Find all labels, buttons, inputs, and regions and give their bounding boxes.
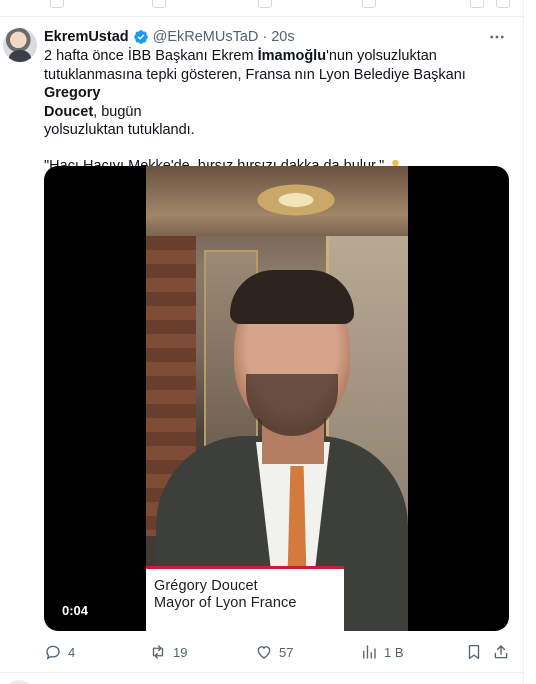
video-timestamp: 0:04 <box>62 603 89 618</box>
tweet-actions: 4 19 57 1 B <box>44 641 516 663</box>
timeline-border <box>523 0 524 684</box>
author-handle[interactable]: @EkReMUsTaD <box>153 29 259 45</box>
previous-retweet-icon <box>152 0 166 8</box>
tweet-text-line-2: tutuklanmasına tepki gösteren, Fransa nı… <box>44 66 466 102</box>
previous-views-icon <box>362 0 376 8</box>
more-icon[interactable] <box>488 28 506 46</box>
tweet-divider-top <box>0 16 524 17</box>
reply-count: 4 <box>68 644 76 660</box>
share-icon <box>494 645 508 659</box>
bookmark-button[interactable] <box>465 641 483 663</box>
avatar[interactable] <box>3 28 37 62</box>
views-icon <box>363 645 376 659</box>
mention-imamoglu: İmamoğlu <box>257 48 327 64</box>
share-button[interactable] <box>492 641 510 663</box>
tweet-text-line-4: yolsuzluktan tutuklandı. <box>44 122 195 138</box>
tweet-divider-bottom <box>0 672 524 673</box>
tweet-timestamp[interactable]: 20s <box>271 29 294 45</box>
mention-doucet: Doucet <box>44 103 94 120</box>
next-tweet-fragment <box>0 677 536 684</box>
retweet-button[interactable]: 19 <box>149 641 187 663</box>
author-name[interactable]: EkremUstad <box>44 29 129 45</box>
like-button[interactable]: 57 <box>255 641 293 663</box>
caption-title: Mayor of Lyon France <box>154 595 297 611</box>
tweet-text: 2 hafta önce İBB Başkanı Ekrem İmamoğlu'… <box>44 47 514 175</box>
reply-icon <box>46 645 60 660</box>
previous-bookmark-icon <box>470 0 484 8</box>
previous-tweet-actions-fragment <box>0 0 536 16</box>
reply-button[interactable]: 4 <box>44 641 75 663</box>
previous-share-icon <box>496 0 510 8</box>
retweet-count: 19 <box>173 644 188 660</box>
retweet-icon <box>152 645 164 659</box>
previous-reply-icon <box>50 0 64 8</box>
separator-dot: · <box>262 29 268 45</box>
caption-name: Grégory Doucet <box>154 578 258 594</box>
like-icon <box>257 646 271 659</box>
video-frame <box>146 166 408 631</box>
like-count: 57 <box>279 644 294 660</box>
tweet-header: EkremUstad @EkReMUsTaD · 20s <box>44 28 295 46</box>
mention-gregory: Gregory <box>44 85 101 101</box>
verified-badge-icon[interactable] <box>133 29 149 45</box>
tweet-text-line-3: Doucet, bugün <box>44 103 142 120</box>
video-player[interactable]: Grégory Doucet Mayor of Lyon France <box>44 166 509 631</box>
previous-like-icon <box>258 0 272 8</box>
views-count: 1 B <box>384 644 404 660</box>
bookmark-icon <box>468 644 480 660</box>
tweet-text-line-1: 2 hafta önce İBB Başkanı Ekrem İmamoğlu'… <box>44 48 437 64</box>
video-caption: Grégory Doucet Mayor of Lyon France <box>146 566 344 631</box>
views-button[interactable]: 1 B <box>360 641 404 663</box>
